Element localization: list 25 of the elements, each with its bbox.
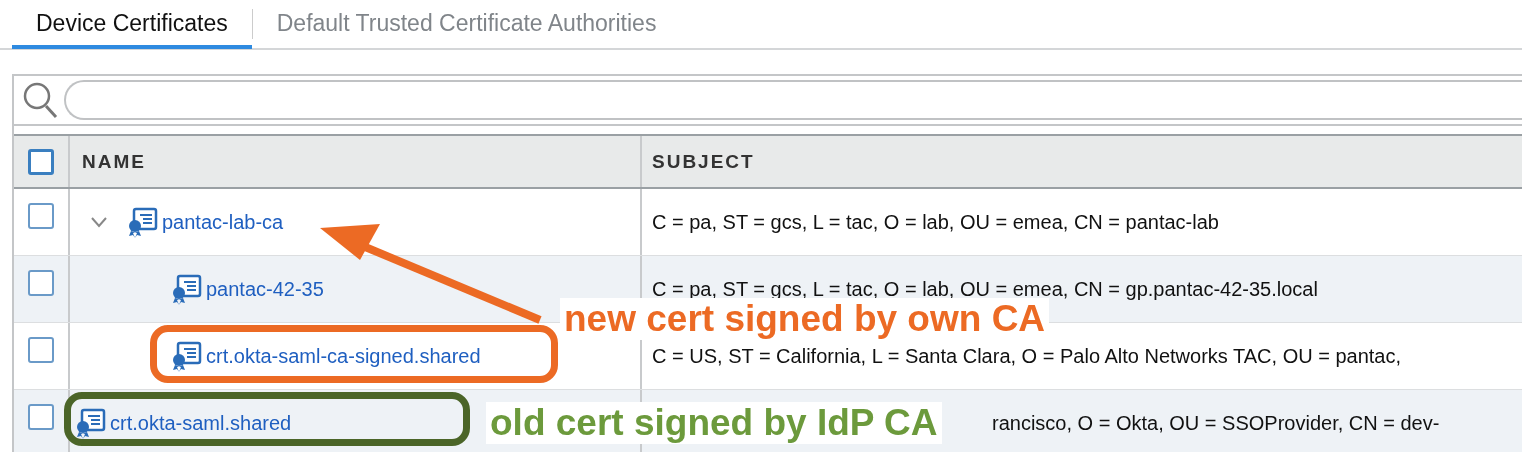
certificate-icon (170, 273, 202, 305)
chevron-down-icon[interactable] (90, 216, 108, 228)
annotation-label: new cert signed by own CA (560, 298, 1050, 340)
certificate-name-link[interactable]: pantac-42-35 (206, 277, 324, 301)
search-field[interactable] (64, 80, 1522, 120)
row-checkbox[interactable] (28, 270, 54, 296)
certificate-icon (170, 340, 202, 372)
select-all-checkbox[interactable] (28, 148, 54, 175)
certificate-name-link[interactable]: pantac-lab-ca (162, 210, 284, 234)
certificate-name-link[interactable]: crt.okta-saml-ca-signed.shared (206, 344, 481, 368)
certificate-icon (74, 407, 106, 439)
search-icon (22, 81, 58, 119)
row-checkbox[interactable] (28, 404, 54, 430)
subject-text: rancisco, O = Okta, OU = SSOProvider, CN = dev- (992, 411, 1440, 435)
subject-text: C = US, ST = California, L = Santa Clara, O = Palo Alto Networks TAC, OU = pantac, (652, 344, 1402, 368)
annotation-label: old cert signed by IdP CA (486, 402, 942, 444)
column-header: NAME (81, 150, 146, 173)
certificate-icon (126, 206, 158, 238)
subject-text: C = pa, ST = gcs, L = tac, O = lab, OU = emea, CN = pantac-lab (652, 210, 1219, 234)
column-header: SUBJECT (652, 150, 755, 173)
certificate-name-link[interactable]: crt.okta-saml.shared (110, 411, 292, 435)
tab[interactable]: Device Certificates (12, 1, 252, 49)
row-checkbox[interactable] (28, 203, 54, 229)
row-checkbox[interactable] (28, 337, 54, 363)
tab[interactable]: Default Trusted Certificate Authorities (252, 1, 681, 49)
